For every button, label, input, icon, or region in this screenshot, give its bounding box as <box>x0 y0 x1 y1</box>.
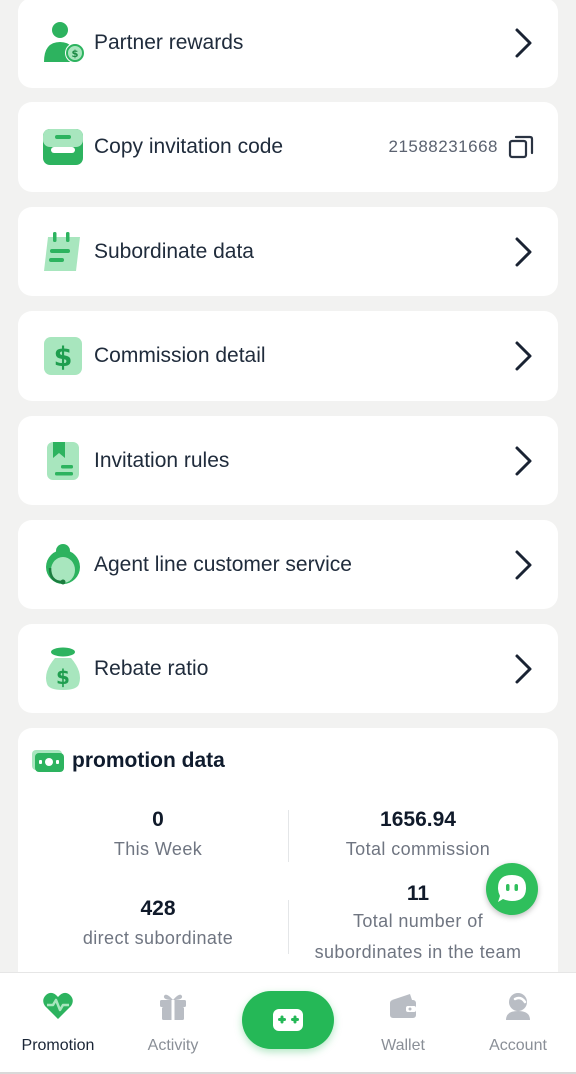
stat-label: Total commission <box>345 839 491 859</box>
menu-rebate-ratio[interactable]: $ Rebate ratio <box>18 624 558 713</box>
nav-label: Wallet <box>381 1037 425 1054</box>
bottom-nav: Promotion Activity Wallet Account <box>0 972 576 1074</box>
cash-icon <box>32 750 64 772</box>
chevron-right-icon <box>515 550 532 579</box>
menu-label: Copy invitation code <box>94 135 284 158</box>
inbox-icon <box>40 124 86 170</box>
invitation-code-value: 21588231668 <box>388 137 498 156</box>
menu-label: Commission detail <box>94 344 266 367</box>
copy-icon[interactable] <box>508 134 534 160</box>
promotion-data-card: promotion data 0 This Week 1656.94 Total… <box>18 728 558 988</box>
bookmark-doc-icon <box>40 438 86 484</box>
menu-invitation-rules[interactable]: Invitation rules <box>18 416 558 505</box>
stat-this-week: 0 This Week <box>28 808 288 865</box>
stat-value: 0 <box>152 808 164 831</box>
nav-label: Activity <box>147 1037 199 1054</box>
menu-copy-invitation-code[interactable]: Copy invitation code 21588231668 <box>18 102 558 192</box>
nav-label: Account <box>489 1037 547 1054</box>
stat-total-commission: 1656.94 Total commission <box>288 808 548 865</box>
gamepad-icon <box>273 1009 303 1031</box>
chat-support-button[interactable] <box>486 863 538 915</box>
svg-text:$: $ <box>56 665 70 689</box>
menu-label: Rebate ratio <box>94 656 209 680</box>
stat-label: This Week <box>113 839 203 859</box>
menu-subordinate-data[interactable]: Subordinate data <box>18 207 558 296</box>
menu-label: Invitation rules <box>94 448 230 472</box>
nav-label: Promotion <box>21 1037 95 1054</box>
menu-label: Agent line customer service <box>94 552 352 576</box>
calendar-notes-icon <box>40 229 86 275</box>
user-icon <box>506 993 530 1020</box>
dollar-icon: $ <box>40 333 86 379</box>
user-coin-icon: $ <box>40 20 86 66</box>
svg-text:$: $ <box>54 342 73 373</box>
menu-label: Subordinate data <box>94 239 254 263</box>
chevron-right-icon <box>515 237 532 266</box>
wallet-icon <box>390 994 416 1018</box>
svg-text:$: $ <box>72 49 79 60</box>
menu-label: Partner rewards <box>94 31 244 54</box>
chevron-right-icon <box>515 446 532 475</box>
chevron-right-icon <box>515 341 532 371</box>
gift-icon <box>160 994 186 1020</box>
divider <box>288 900 289 954</box>
menu-commission-detail[interactable]: $ Commission detail <box>18 311 558 401</box>
nav-games-button[interactable] <box>242 991 334 1049</box>
heart-pulse-icon <box>43 992 73 1019</box>
chevron-right-icon <box>515 28 532 58</box>
stat-label: direct subordinate <box>82 928 234 948</box>
nav-promotion[interactable]: Promotion <box>8 989 108 1055</box>
promotion-data-title: promotion data <box>72 749 225 772</box>
chat-bubble-icon <box>498 875 526 902</box>
menu-agent-customer-service[interactable]: Agent line customer service <box>18 520 558 609</box>
menu-partner-rewards[interactable]: $ Partner rewards <box>18 0 558 88</box>
stat-label: Total number of subordinates in the team <box>314 911 522 962</box>
chevron-right-icon <box>515 654 532 683</box>
stat-value: 1656.94 <box>380 808 456 831</box>
nav-activity[interactable]: Activity <box>123 989 223 1055</box>
stat-direct-subordinate: 428 direct subordinate <box>28 897 288 954</box>
headset-agent-icon <box>40 542 86 588</box>
nav-wallet[interactable]: Wallet <box>353 989 453 1055</box>
stat-value: 428 <box>140 897 176 920</box>
money-bag-icon: $ <box>40 646 86 692</box>
nav-account[interactable]: Account <box>468 989 568 1055</box>
